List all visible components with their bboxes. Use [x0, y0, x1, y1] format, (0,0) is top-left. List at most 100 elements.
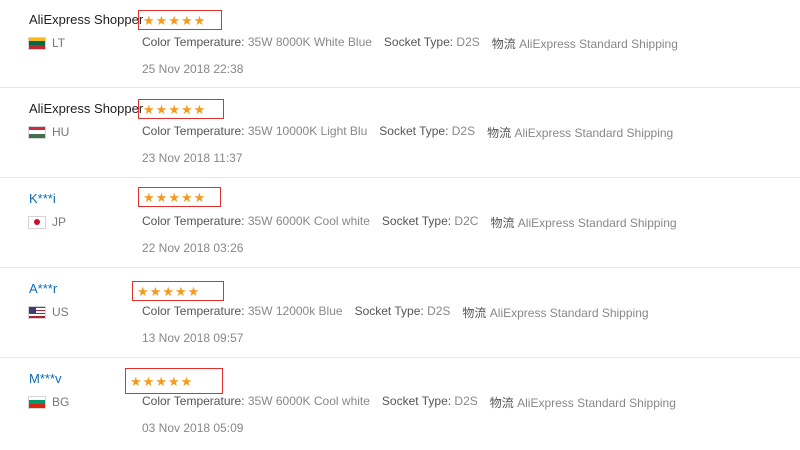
attr-label: Socket Type:	[383, 35, 454, 49]
star-icon: ★	[167, 373, 180, 389]
attr-value: D2S	[427, 304, 451, 318]
attr-value: D2S	[454, 394, 478, 408]
reviewer-country: LT	[29, 35, 65, 51]
reviewer-country: US	[29, 304, 69, 320]
reviewer-name[interactable]: M***v	[29, 371, 62, 386]
star-rating: ★ ★ ★ ★ ★	[138, 187, 221, 207]
review-item: M***v BG ★ ★ ★ ★ ★ Color Temperature: 35W 60…	[0, 358, 800, 448]
flag-icon	[29, 306, 45, 318]
star-icon: ★	[155, 189, 168, 205]
review-item: AliExpress Shopper LT ★ ★ ★ ★ ★ Color Temper…	[0, 0, 800, 88]
flag-icon	[29, 216, 45, 228]
flag-icon	[29, 37, 45, 49]
review-date: 25 Nov 2018 22:38	[142, 62, 244, 76]
reviewer-country: BG	[29, 394, 69, 410]
star-icon: ★	[149, 283, 162, 299]
star-icon: ★	[137, 283, 149, 299]
reviewer-name[interactable]: AliExpress Shopper	[29, 12, 143, 27]
attr-label: 物流	[490, 216, 515, 230]
attr-value: 35W 12000k Blue	[247, 304, 343, 318]
review-attributes: Color Temperature: 35W 12000k Blue Socke…	[142, 304, 661, 321]
star-icon: ★	[155, 101, 168, 117]
flag-stripe	[29, 315, 45, 318]
star-icon: ★	[193, 189, 206, 205]
attr-label: Socket Type:	[354, 304, 424, 318]
attr-label: 物流	[491, 37, 516, 51]
attr-label: Socket Type:	[381, 394, 452, 408]
review-item: A***r US ★ ★ ★ ★ ★ Color Temperature: 35W 12…	[0, 268, 800, 358]
attr-label: Color Temperature:	[142, 304, 245, 318]
reviewer-name[interactable]: K***i	[29, 191, 56, 206]
star-icon: ★	[142, 373, 155, 389]
flag-sun	[34, 219, 40, 225]
star-rating: ★ ★ ★ ★ ★	[138, 10, 222, 30]
star-icon: ★	[180, 12, 193, 28]
attr-label: Socket Type:	[379, 124, 449, 138]
star-icon: ★	[143, 12, 155, 28]
star-icon: ★	[143, 189, 155, 205]
attr-label: 物流	[489, 396, 514, 410]
attr-value: AliExpress Standard Shipping	[514, 126, 674, 140]
star-icon: ★	[155, 12, 168, 28]
review-attributes: Color Temperature: 35W 10000K Light Blu …	[142, 124, 685, 141]
star-icon: ★	[168, 189, 180, 205]
attr-value: D2C	[454, 214, 479, 228]
attr-label: Color Temperature:	[142, 124, 245, 138]
star-icon: ★	[180, 101, 193, 117]
star-icon: ★	[168, 12, 180, 28]
star-rating: ★ ★ ★ ★ ★	[132, 281, 224, 301]
review-attributes: Color Temperature: 35W 6000K Cool white …	[142, 214, 689, 231]
review-date: 03 Nov 2018 05:09	[142, 421, 244, 435]
star-icon: ★	[180, 189, 193, 205]
review-item: AliExpress Shopper HU ★ ★ ★ ★ ★ Color Temper…	[0, 88, 800, 178]
attr-value: D2S	[456, 35, 480, 49]
country-code: US	[52, 305, 69, 319]
review-attributes: Color Temperature: 35W 8000K White Blue …	[142, 35, 690, 52]
star-rating: ★ ★ ★ ★ ★	[125, 368, 223, 394]
review-item: K***i JP ★ ★ ★ ★ ★ Color Temperature: 35W 60…	[0, 178, 800, 268]
flag-band	[29, 403, 45, 408]
flag-icon	[29, 396, 45, 408]
attr-label: Socket Type:	[381, 214, 452, 228]
attr-value: AliExpress Standard Shipping	[517, 216, 677, 230]
reviewer-country: JP	[29, 214, 66, 230]
star-icon: ★	[168, 101, 180, 117]
attr-label: 物流	[487, 126, 512, 140]
flag-canton	[29, 306, 36, 313]
attr-label: Color Temperature:	[142, 214, 245, 228]
flag-band	[29, 44, 45, 49]
attr-value: D2S	[451, 124, 476, 138]
star-rating: ★ ★ ★ ★ ★	[138, 99, 224, 119]
review-date: 13 Nov 2018 09:57	[142, 331, 244, 345]
attr-value: 35W 6000K Cool white	[247, 214, 370, 228]
attr-value: 35W 10000K Light Blu	[247, 124, 368, 138]
country-code: JP	[52, 215, 67, 229]
star-icon: ★	[193, 101, 206, 117]
star-icon: ★	[130, 373, 142, 389]
star-icon: ★	[143, 101, 155, 117]
flag-band	[29, 133, 45, 138]
attr-value: AliExpress Standard Shipping	[519, 37, 678, 51]
attr-label: Color Temperature:	[142, 35, 245, 49]
review-date: 23 Nov 2018 11:37	[142, 151, 243, 165]
reviewer-name[interactable]: A***r	[29, 281, 57, 296]
star-icon: ★	[180, 373, 193, 389]
star-icon: ★	[187, 283, 200, 299]
review-attributes: Color Temperature: 35W 6000K Cool white …	[142, 394, 688, 411]
review-date: 22 Nov 2018 03:26	[142, 241, 244, 255]
attr-value: 35W 6000K Cool white	[247, 394, 370, 408]
country-code: LT	[52, 36, 66, 50]
attr-label: 物流	[462, 306, 487, 320]
star-icon: ★	[155, 373, 167, 389]
attr-value: AliExpress Standard Shipping	[489, 306, 649, 320]
star-icon: ★	[193, 12, 206, 28]
attr-label: Color Temperature:	[142, 394, 245, 408]
star-icon: ★	[162, 283, 174, 299]
star-icon: ★	[174, 283, 187, 299]
attr-value: AliExpress Standard Shipping	[517, 396, 676, 410]
reviewer-name[interactable]: AliExpress Shopper	[29, 101, 143, 116]
flag-icon	[29, 126, 45, 138]
reviewer-country: HU	[29, 124, 69, 140]
country-code: HU	[52, 125, 70, 139]
attr-value: 35W 8000K White Blue	[247, 35, 372, 49]
